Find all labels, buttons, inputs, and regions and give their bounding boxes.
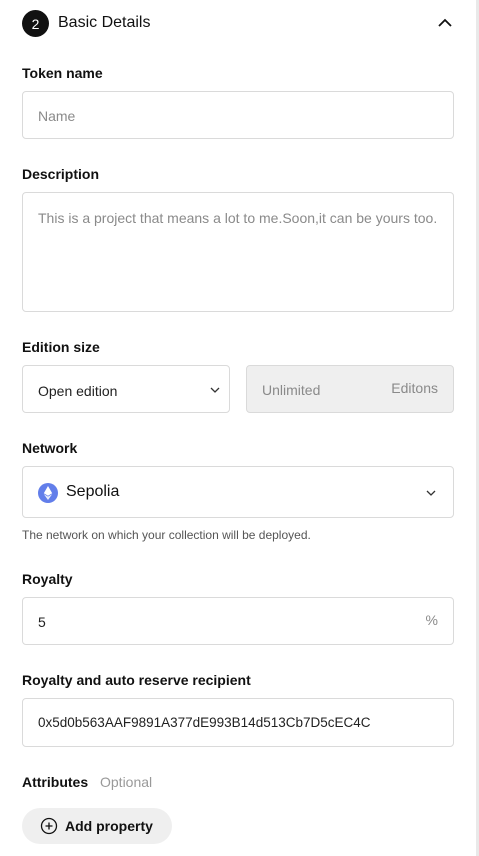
chevron-up-icon[interactable] xyxy=(436,14,454,32)
edition-size-label: Edition size xyxy=(22,339,100,355)
description-placeholder: This is a project that means a lot to me… xyxy=(38,210,438,226)
recipient-label: Royalty and auto reserve recipient xyxy=(22,672,251,688)
attributes-label: Attributes xyxy=(22,774,89,790)
chevron-down-icon xyxy=(426,490,436,496)
step-number-badge: 2 xyxy=(22,10,49,37)
edition-suffix: Editons xyxy=(391,380,438,396)
plus-circle-icon xyxy=(40,817,58,835)
royalty-label: Royalty xyxy=(22,571,73,587)
royalty-suffix: % xyxy=(425,612,438,628)
network-select[interactable]: Sepolia xyxy=(22,466,454,518)
add-property-label: Add property xyxy=(65,818,153,834)
edition-type-select[interactable]: Open edition xyxy=(22,365,230,413)
recipient-input[interactable]: 0x5d0b563AAF9891A377dE993B14d513Cb7D5cEC… xyxy=(22,698,454,747)
recipient-value: 0x5d0b563AAF9891A377dE993B14d513Cb7D5cEC… xyxy=(38,715,371,730)
edition-type-value: Open edition xyxy=(38,383,118,399)
section-title: Basic Details xyxy=(58,14,151,31)
section-header[interactable]: 2 Basic Details xyxy=(22,10,454,38)
token-name-label: Token name xyxy=(22,65,103,81)
edition-quantity-placeholder: Unlimited xyxy=(262,382,321,398)
description-label: Description xyxy=(22,166,100,182)
token-name-placeholder: Name xyxy=(38,108,76,124)
description-textarea[interactable]: This is a project that means a lot to me… xyxy=(22,192,454,312)
network-label: Network xyxy=(22,440,78,456)
add-property-button[interactable]: Add property xyxy=(22,808,172,844)
ethereum-icon xyxy=(38,483,58,503)
token-name-input[interactable]: Name xyxy=(22,91,454,139)
attributes-optional: Optional xyxy=(100,774,153,790)
royalty-input[interactable]: 5 % xyxy=(22,597,454,645)
edition-quantity-input[interactable]: Unlimited Editons xyxy=(246,365,454,413)
chevron-down-icon xyxy=(210,387,220,393)
royalty-value: 5 xyxy=(38,614,46,630)
network-help-text: The network on which your collection wil… xyxy=(22,528,311,542)
network-value: Sepolia xyxy=(66,483,120,500)
